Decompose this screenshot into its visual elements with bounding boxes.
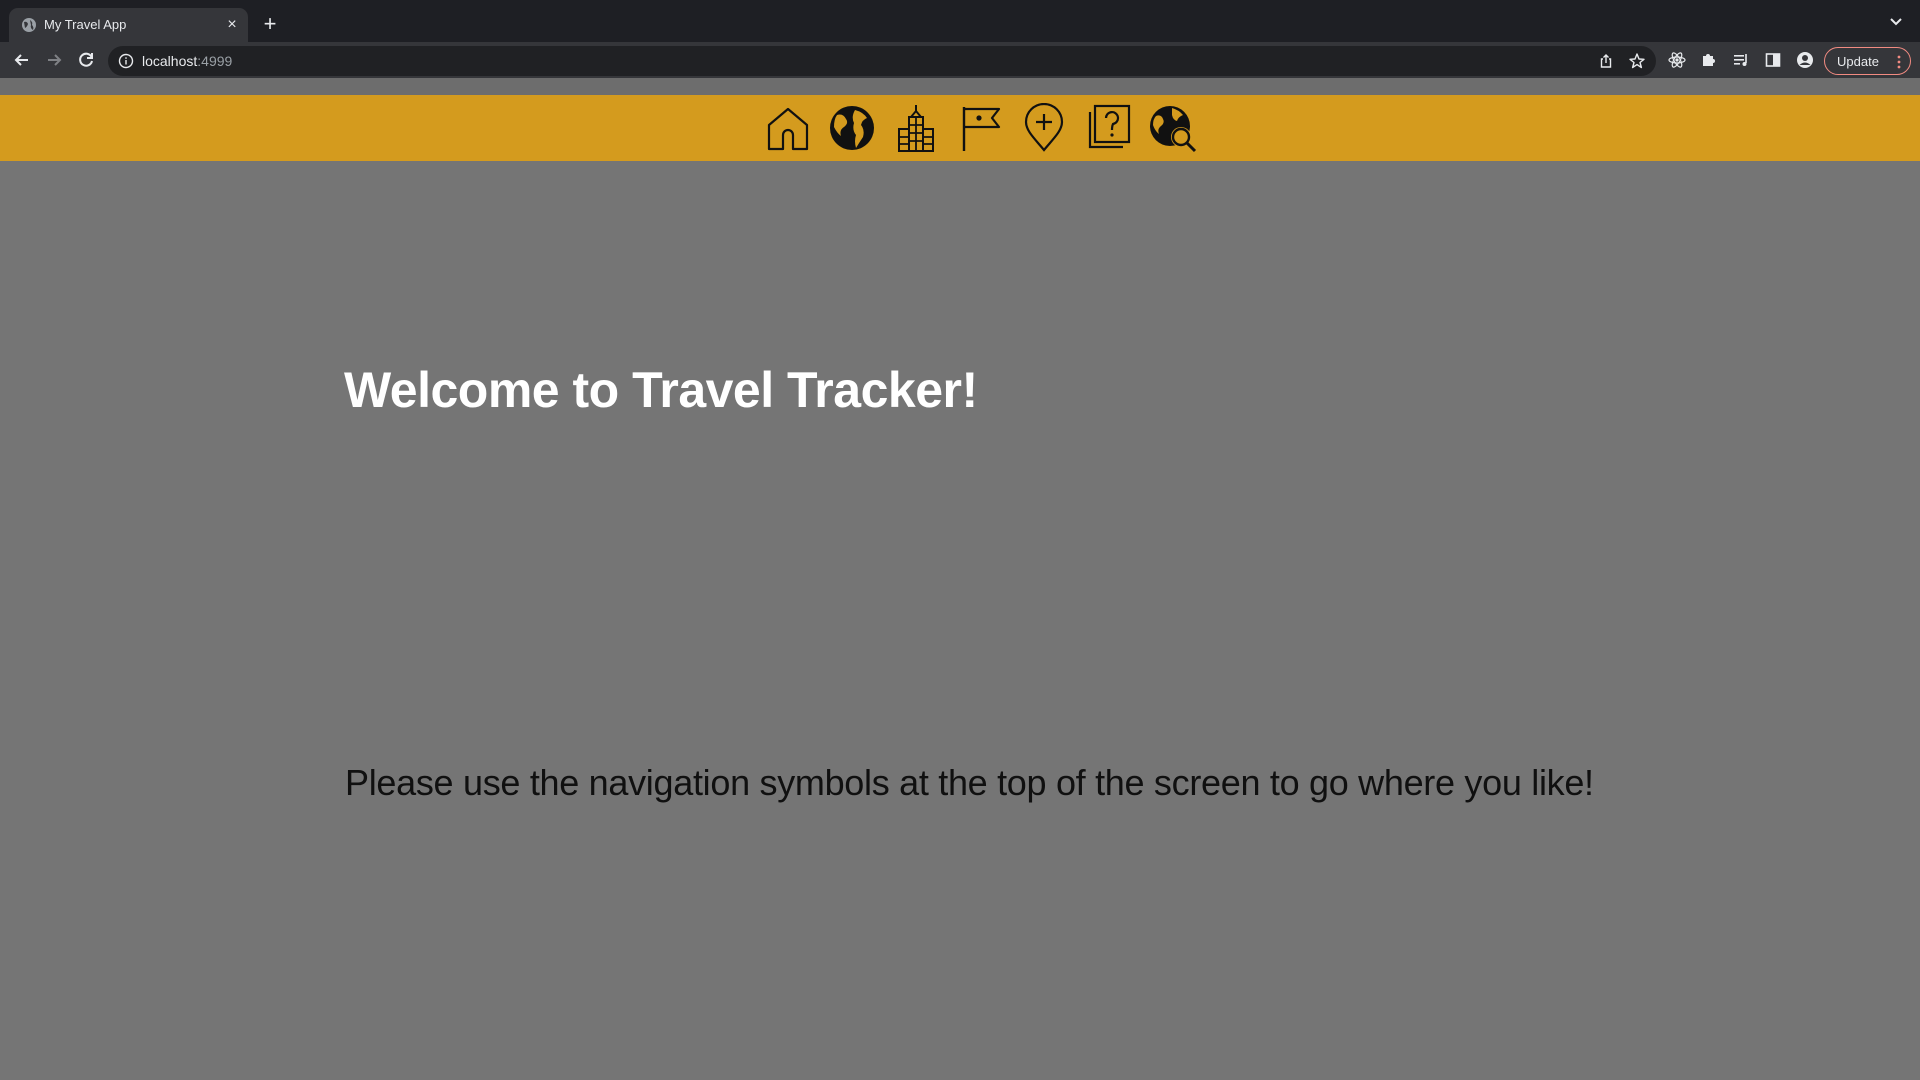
site-info-icon[interactable]: [118, 53, 134, 69]
update-button[interactable]: Update: [1824, 47, 1911, 75]
nav-countries-button[interactable]: [825, 101, 879, 155]
url-host: localhost: [142, 53, 198, 69]
globe-icon: [830, 106, 874, 150]
browser-tab[interactable]: My Travel App ×: [9, 8, 248, 42]
update-label: Update: [1837, 54, 1879, 69]
back-arrow-icon[interactable]: [12, 50, 32, 70]
share-icon[interactable]: [1598, 53, 1614, 69]
forward-arrow-icon[interactable]: [44, 50, 64, 70]
instructions-text: Please use the navigation symbols at the…: [345, 762, 1594, 803]
extensions-puzzle-icon[interactable]: [1700, 51, 1718, 69]
nav-help-button[interactable]: [1081, 101, 1135, 155]
tab-search-chevron-icon[interactable]: [1888, 16, 1904, 28]
tab-close-button[interactable]: ×: [223, 16, 241, 34]
globe-search-icon: [1150, 106, 1197, 153]
top-navigation-bar: [0, 95, 1920, 161]
nav-visited-button[interactable]: [953, 101, 1007, 155]
page-top-strip: [0, 78, 1920, 95]
side-panel-icon[interactable]: [1764, 51, 1782, 69]
browser-toolbar: localhost:4999 Update: [0, 42, 1920, 78]
page-title: Welcome to Travel Tracker!: [344, 362, 978, 418]
help-question-icon: [1088, 104, 1131, 149]
more-menu-icon[interactable]: [1896, 55, 1902, 69]
globe-favicon-icon: [22, 18, 36, 32]
media-queue-icon[interactable]: [1732, 51, 1750, 69]
url-port: :4999: [197, 53, 233, 69]
nav-home-button[interactable]: [761, 101, 815, 155]
nav-explore-button[interactable]: [1145, 101, 1199, 155]
page-content: Welcome to Travel Tracker! Please use th…: [0, 78, 1920, 1080]
nav-add-location-button[interactable]: [1017, 101, 1071, 155]
url-text[interactable]: localhost:4999: [142, 53, 232, 69]
reload-icon[interactable]: [76, 50, 96, 70]
browser-window: My Travel App × + localhost:4999 Update …: [0, 0, 1920, 1080]
tab-title: My Travel App: [44, 17, 127, 32]
home-icon: [767, 107, 809, 151]
add-location-pin-icon: [1024, 103, 1064, 152]
tab-strip: My Travel App × +: [0, 0, 1920, 42]
profile-avatar-icon[interactable]: [1796, 51, 1814, 69]
new-tab-button[interactable]: +: [258, 13, 282, 37]
city-buildings-icon: [898, 105, 934, 152]
nav-cities-button[interactable]: [889, 101, 943, 155]
flag-icon: [962, 107, 1001, 151]
react-devtools-icon[interactable]: [1668, 51, 1686, 69]
bookmark-star-icon[interactable]: [1628, 52, 1646, 70]
address-bar[interactable]: localhost:4999: [108, 46, 1656, 76]
